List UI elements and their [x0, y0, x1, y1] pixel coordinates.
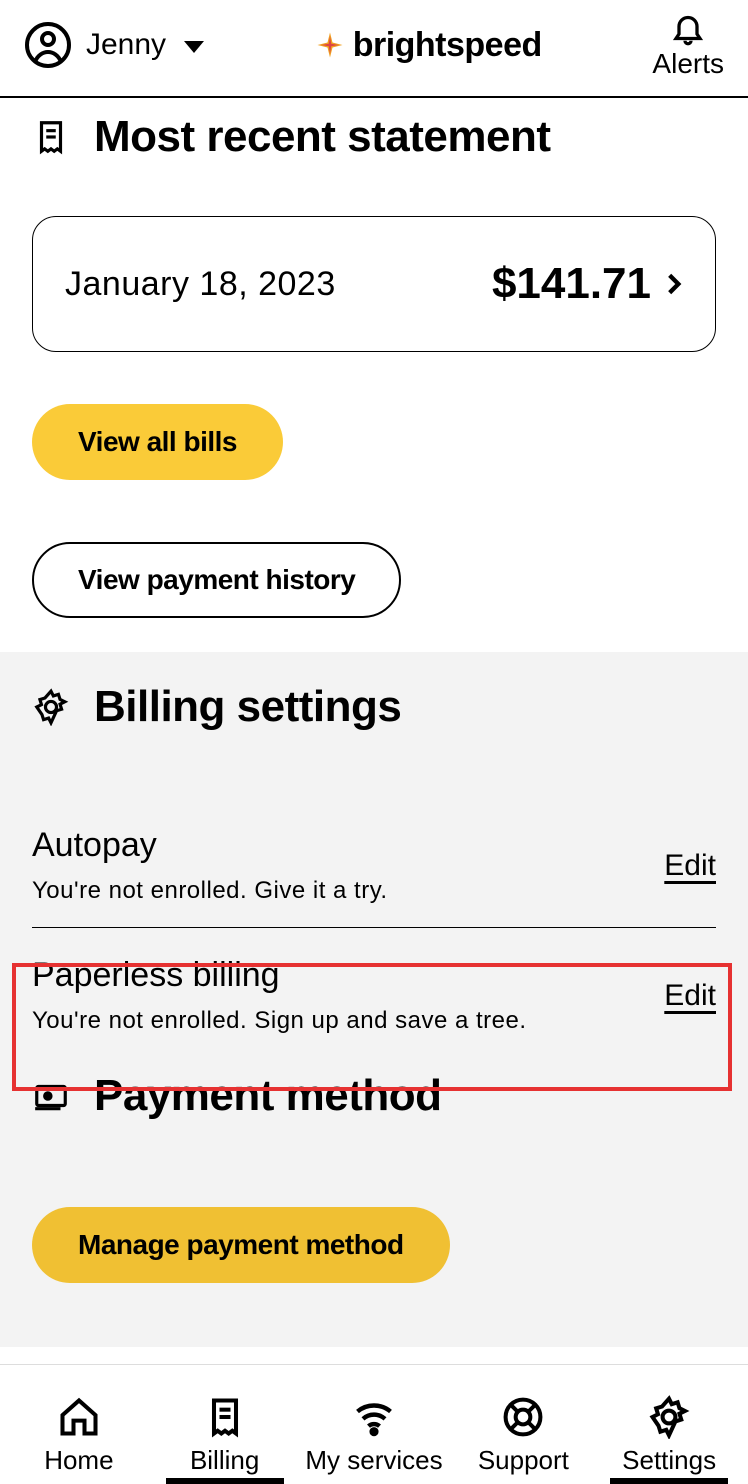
- autopay-setting-row: Autopay You're not enrolled. Give it a t…: [32, 826, 716, 928]
- chevron-down-icon: [184, 41, 204, 53]
- nav-home[interactable]: Home: [14, 1395, 144, 1482]
- bell-icon: [670, 10, 706, 46]
- nav-home-label: Home: [44, 1445, 113, 1476]
- autopay-title: Autopay: [32, 826, 388, 865]
- nav-settings-label: Settings: [622, 1445, 716, 1476]
- paperless-title: Paperless billing: [32, 956, 527, 995]
- section-payment-method: Payment method Manage payment method: [0, 1057, 748, 1347]
- alerts-label: Alerts: [652, 48, 724, 80]
- paperless-desc: You're not enrolled. Sign up and save a …: [32, 1007, 527, 1035]
- billing-settings-title: Billing settings: [94, 682, 401, 732]
- section-billing-settings: Billing settings Autopay You're not enro…: [0, 652, 748, 1057]
- home-icon: [57, 1395, 101, 1439]
- nav-support[interactable]: Support: [458, 1395, 588, 1482]
- billing-icon: [203, 1395, 247, 1439]
- payment-icon: [32, 1077, 70, 1115]
- brand-name: brightspeed: [353, 26, 542, 65]
- user-name-label: Jenny: [86, 28, 166, 62]
- bottom-nav: Home Billing My services Support: [0, 1364, 748, 1484]
- brand-logo[interactable]: brightspeed: [315, 26, 542, 65]
- statement-date: January 18, 2023: [65, 265, 336, 304]
- view-payment-history-button[interactable]: View payment history: [32, 542, 401, 618]
- nav-billing-label: Billing: [190, 1445, 259, 1476]
- support-icon: [501, 1395, 545, 1439]
- paperless-setting-row: Paperless billing You're not enrolled. S…: [32, 956, 716, 1057]
- payment-method-title: Payment method: [94, 1071, 442, 1121]
- section-statement: Most recent statement January 18, 2023 $…: [0, 98, 748, 652]
- nav-settings[interactable]: Settings: [604, 1395, 734, 1482]
- nav-services[interactable]: My services: [305, 1395, 442, 1482]
- receipt-icon: [32, 118, 70, 156]
- statement-section-title: Most recent statement: [94, 112, 551, 162]
- settings-icon: [647, 1395, 691, 1439]
- chevron-right-icon: [661, 271, 687, 297]
- brand-mark-icon: [315, 30, 345, 60]
- nav-services-label: My services: [305, 1445, 442, 1476]
- statement-amount: $141.71: [492, 259, 651, 309]
- manage-payment-method-button[interactable]: Manage payment method: [32, 1207, 450, 1283]
- paperless-edit-link[interactable]: Edit: [664, 979, 716, 1013]
- user-menu[interactable]: Jenny: [24, 21, 204, 69]
- nav-billing[interactable]: Billing: [160, 1395, 290, 1482]
- alerts-button[interactable]: Alerts: [652, 10, 724, 80]
- nav-support-label: Support: [478, 1445, 569, 1476]
- wifi-icon: [352, 1395, 396, 1439]
- profile-icon: [24, 21, 72, 69]
- app-header: Jenny brightspeed Alerts: [0, 0, 748, 98]
- statement-card[interactable]: January 18, 2023 $141.71: [32, 216, 716, 352]
- gear-icon: [32, 688, 70, 726]
- autopay-edit-link[interactable]: Edit: [664, 849, 716, 883]
- view-all-bills-button[interactable]: View all bills: [32, 404, 283, 480]
- autopay-desc: You're not enrolled. Give it a try.: [32, 877, 388, 905]
